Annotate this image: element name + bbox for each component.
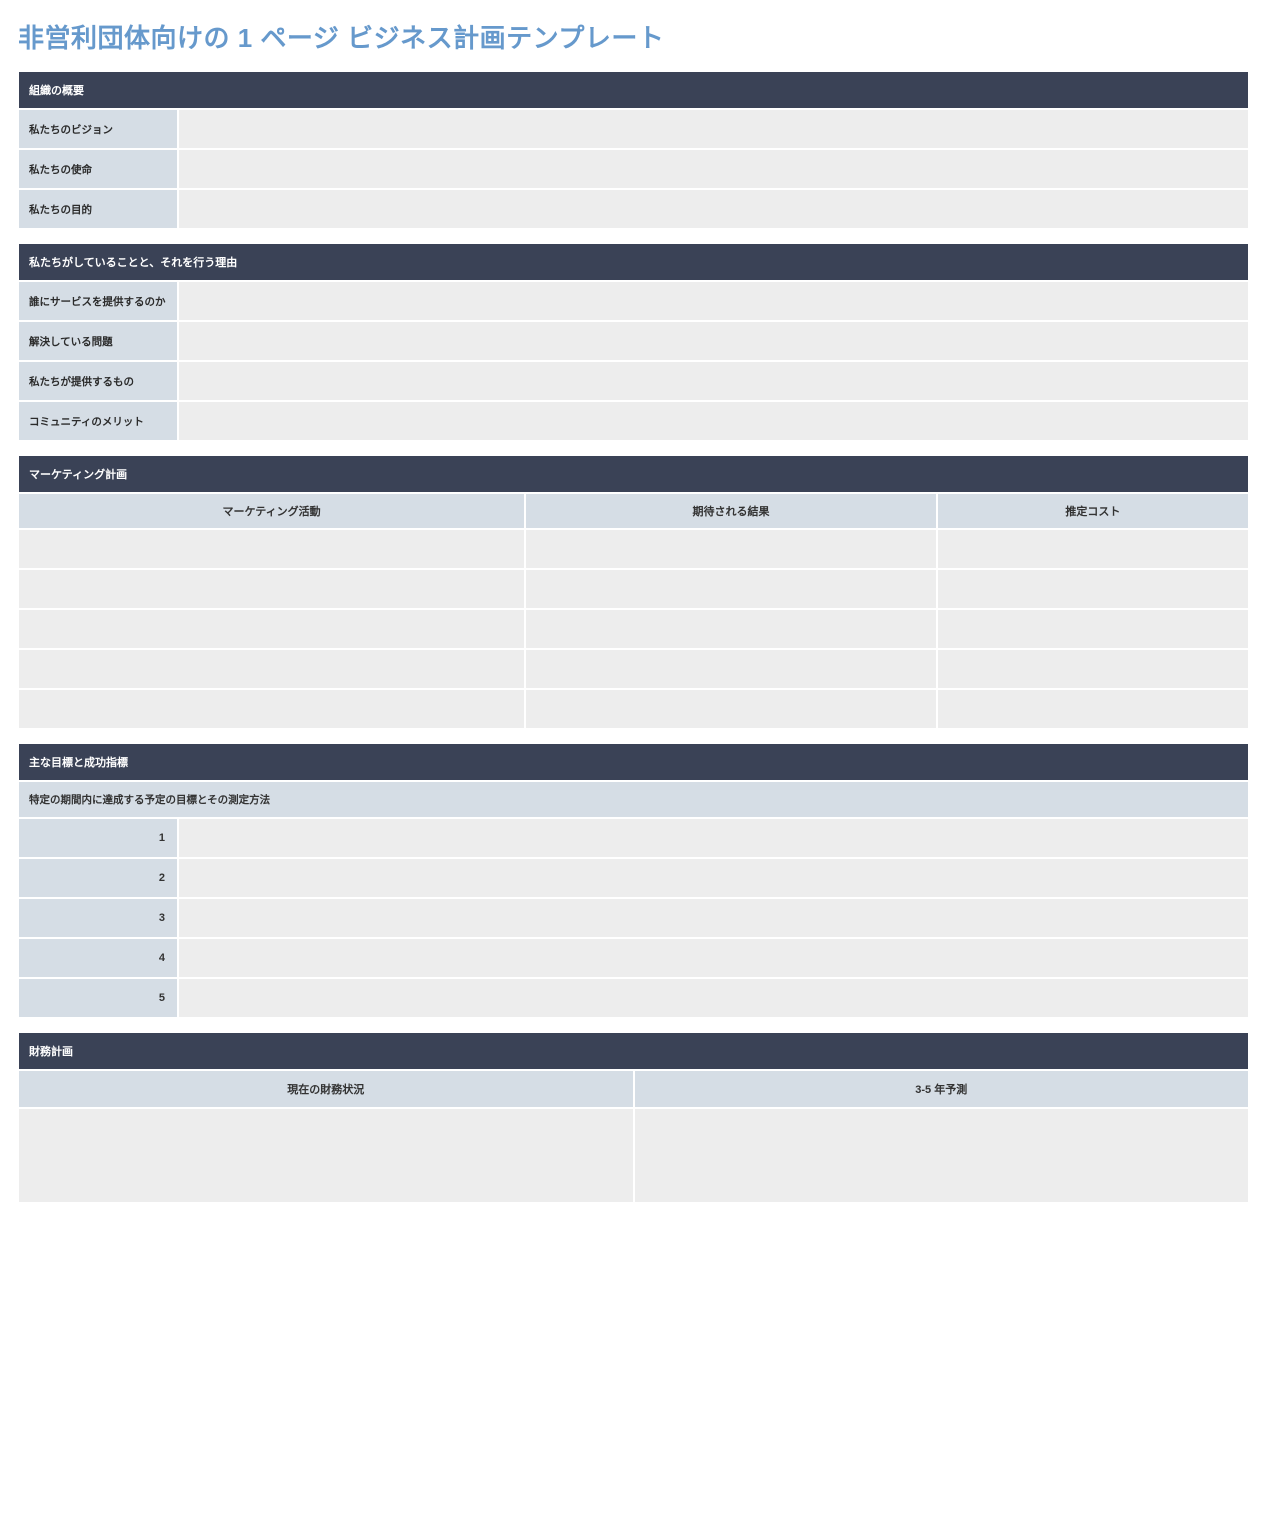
marketing-cell[interactable]: [18, 689, 525, 729]
marketing-cell[interactable]: [525, 529, 937, 569]
section-goals: 主な目標と成功指標 特定の期間内に達成する予定の目標とその測定方法 1 2 3 …: [18, 743, 1249, 1018]
goal-value[interactable]: [178, 938, 1249, 978]
section-goals-header: 主な目標と成功指標: [18, 743, 1249, 781]
section-marketing: マーケティング計画 マーケティング活動 期待される結果 推定コスト: [18, 455, 1249, 729]
what-row-label: 誰にサービスを提供するのか: [18, 281, 178, 321]
goal-number: 4: [18, 938, 178, 978]
goal-number: 3: [18, 898, 178, 938]
section-org-header: 組織の概要: [18, 71, 1249, 109]
marketing-cell[interactable]: [937, 569, 1249, 609]
marketing-cell[interactable]: [525, 649, 937, 689]
marketing-cell[interactable]: [937, 689, 1249, 729]
marketing-cell[interactable]: [937, 609, 1249, 649]
marketing-cell[interactable]: [18, 529, 525, 569]
what-row-value[interactable]: [178, 401, 1249, 441]
finance-cell[interactable]: [18, 1108, 634, 1203]
what-row-value[interactable]: [178, 361, 1249, 401]
goal-value[interactable]: [178, 978, 1249, 1018]
goal-value[interactable]: [178, 898, 1249, 938]
section-marketing-header: マーケティング計画: [18, 455, 1249, 493]
marketing-cell[interactable]: [18, 569, 525, 609]
what-row-label: コミュニティのメリット: [18, 401, 178, 441]
goal-number: 2: [18, 858, 178, 898]
section-finance-header: 財務計画: [18, 1032, 1249, 1070]
org-row-value[interactable]: [178, 149, 1249, 189]
marketing-col-header: 推定コスト: [937, 493, 1249, 529]
marketing-cell[interactable]: [937, 649, 1249, 689]
org-row-value[interactable]: [178, 109, 1249, 149]
marketing-col-header: 期待される結果: [525, 493, 937, 529]
what-row-value[interactable]: [178, 281, 1249, 321]
page-title: 非営利団体向けの 1 ページ ビジネス計画テンプレート: [18, 18, 1249, 55]
what-row-label: 解決している問題: [18, 321, 178, 361]
goal-number: 5: [18, 978, 178, 1018]
marketing-cell[interactable]: [525, 689, 937, 729]
goal-value[interactable]: [178, 818, 1249, 858]
finance-cell[interactable]: [634, 1108, 1250, 1203]
goal-number: 1: [18, 818, 178, 858]
section-what-header: 私たちがしていることと、それを行う理由: [18, 243, 1249, 281]
what-row-label: 私たちが提供するもの: [18, 361, 178, 401]
org-row-label: 私たちの使命: [18, 149, 178, 189]
marketing-cell[interactable]: [937, 529, 1249, 569]
marketing-cell[interactable]: [18, 649, 525, 689]
goal-value[interactable]: [178, 858, 1249, 898]
org-row-label: 私たちの目的: [18, 189, 178, 229]
org-row-value[interactable]: [178, 189, 1249, 229]
org-row-label: 私たちのビジョン: [18, 109, 178, 149]
marketing-cell[interactable]: [525, 569, 937, 609]
section-what: 私たちがしていることと、それを行う理由 誰にサービスを提供するのか 解決している…: [18, 243, 1249, 441]
marketing-cell[interactable]: [18, 609, 525, 649]
marketing-col-header: マーケティング活動: [18, 493, 525, 529]
section-finance: 財務計画 現在の財務状況 3-5 年予測: [18, 1032, 1249, 1203]
what-row-value[interactable]: [178, 321, 1249, 361]
finance-col-header: 3-5 年予測: [634, 1070, 1250, 1108]
finance-col-header: 現在の財務状況: [18, 1070, 634, 1108]
marketing-cell[interactable]: [525, 609, 937, 649]
goals-subheader: 特定の期間内に達成する予定の目標とその測定方法: [18, 781, 1249, 818]
section-org: 組織の概要 私たちのビジョン 私たちの使命 私たちの目的: [18, 71, 1249, 229]
